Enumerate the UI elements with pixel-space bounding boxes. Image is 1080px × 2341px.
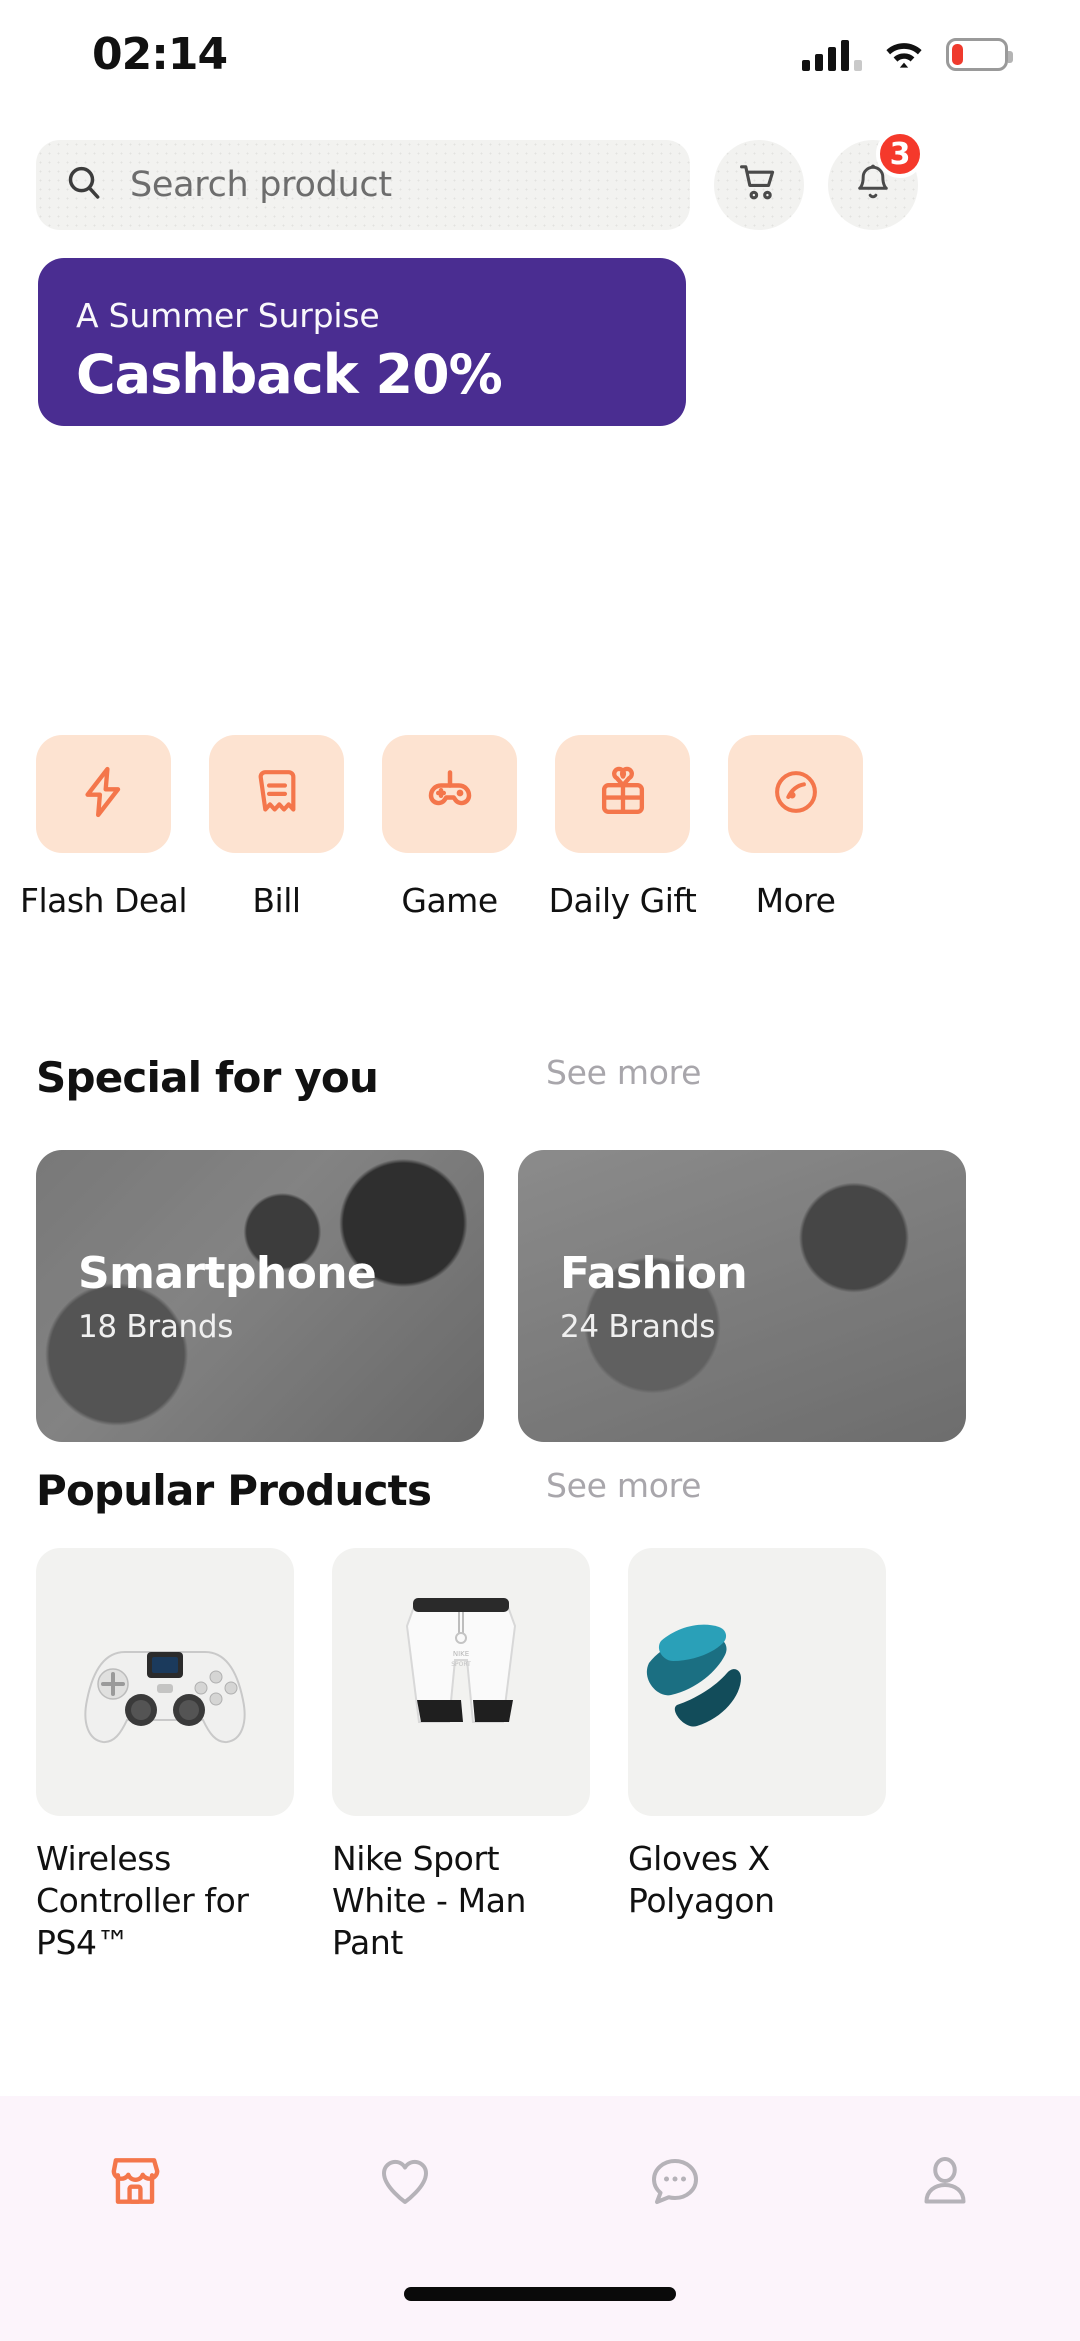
category-tile [728,735,863,853]
category-tile [209,735,344,853]
category-tile [36,735,171,853]
category-item-daily-gift[interactable]: Daily Gift [549,735,697,920]
lightning-bolt-icon [75,763,133,825]
nav-item-store[interactable] [60,2138,210,2228]
product-card-pant[interactable]: NIKE SPORT Nike Sport White - Man Pant [332,1548,590,1988]
notification-badge: 3 [876,130,924,178]
receipt-icon [249,764,305,824]
chat-bubble-icon [645,2151,705,2215]
cart-button[interactable] [714,140,804,230]
see-more-link-popular[interactable]: See more [546,1466,701,1505]
status-bar-time: 02:14 [92,28,228,80]
special-card-fashion[interactable]: Fashion 24 Brands [518,1150,966,1442]
category-item-more[interactable]: More [728,735,863,920]
special-card-title: Smartphone [78,1247,377,1299]
special-card-title: Fashion [560,1247,748,1299]
product-image [36,1548,294,1816]
shopping-cart-icon [737,161,781,209]
special-card-brands: 24 Brands [560,1308,716,1345]
bottom-navigation-bar [0,2096,1080,2341]
search-input[interactable] [130,165,662,205]
cellular-signal-icon [802,37,862,71]
category-label: Flash Deal [19,881,188,920]
nav-item-profile[interactable] [870,2138,1020,2228]
category-item-flash-deal[interactable]: Flash Deal [20,735,188,920]
product-title: Gloves X Polyagon [628,1839,775,1921]
search-bar[interactable] [36,140,690,230]
special-card-smartphone[interactable]: Smartphone 18 Brands [36,1150,484,1442]
heart-icon [375,2151,435,2215]
category-tile [382,735,517,853]
special-card-brands: 18 Brands [78,1308,234,1345]
section-title: Popular Products [36,1466,432,1515]
product-title: Wireless Controller for PS4™ [36,1839,249,1963]
promo-banner-title: Cashback 20% [76,343,503,406]
section-title: Special for you [36,1053,379,1102]
battery-low-icon [946,37,1013,71]
game-controller-image [84,1651,246,1744]
category-shortcuts: Flash Deal Bill Game Daily Gift More [20,735,1080,920]
home-indicator [404,2287,676,2301]
user-profile-icon [915,2151,975,2215]
product-title: Nike Sport White - Man Pant [332,1839,527,1963]
gift-icon [594,763,652,825]
see-more-link-special[interactable]: See more [546,1053,701,1092]
status-bar: 02:14 [0,0,1080,108]
category-label: Daily Gift [548,881,697,920]
popular-products-carousel[interactable]: Wireless Controller for PS4™ NIKE SPORT … [36,1548,1080,1988]
product-image [628,1548,886,1816]
category-label: More [755,881,836,920]
product-card-gloves[interactable]: Gloves X Polyagon [628,1548,886,1988]
more-circle-icon [769,765,823,823]
promo-banner-subtitle: A Summer Surpise [76,296,380,335]
svg-text:NIKE: NIKE [453,1650,469,1658]
header-search-row: 3 [36,130,1044,230]
category-label: Bill [252,881,301,920]
nav-item-chat[interactable] [600,2138,750,2228]
gloves-image [646,1624,741,1727]
popular-section-header: Popular Products See more [36,1466,1044,1515]
category-label: Game [401,881,498,920]
category-tile [555,735,690,853]
category-item-bill[interactable]: Bill [209,735,344,920]
special-section-header: Special for you See more [36,1053,1044,1102]
special-cards-carousel[interactable]: Smartphone 18 Brands Fashion 24 Brands [36,1150,1080,1450]
product-image: NIKE SPORT [332,1548,590,1816]
store-icon [104,2150,166,2216]
search-icon [64,163,104,207]
sport-shorts-image: NIKE SPORT [405,1598,517,1723]
promo-banner[interactable]: A Summer Surpise Cashback 20% [38,258,686,426]
notification-button[interactable]: 3 [828,130,924,230]
status-bar-icons [802,37,1013,71]
nav-item-wishlist[interactable] [330,2138,480,2228]
svg-text:SPORT: SPORT [451,1661,471,1668]
wifi-icon [884,38,924,70]
product-card-controller[interactable]: Wireless Controller for PS4™ [36,1548,294,1988]
category-item-game[interactable]: Game [382,735,517,920]
gamepad-icon [420,762,480,826]
